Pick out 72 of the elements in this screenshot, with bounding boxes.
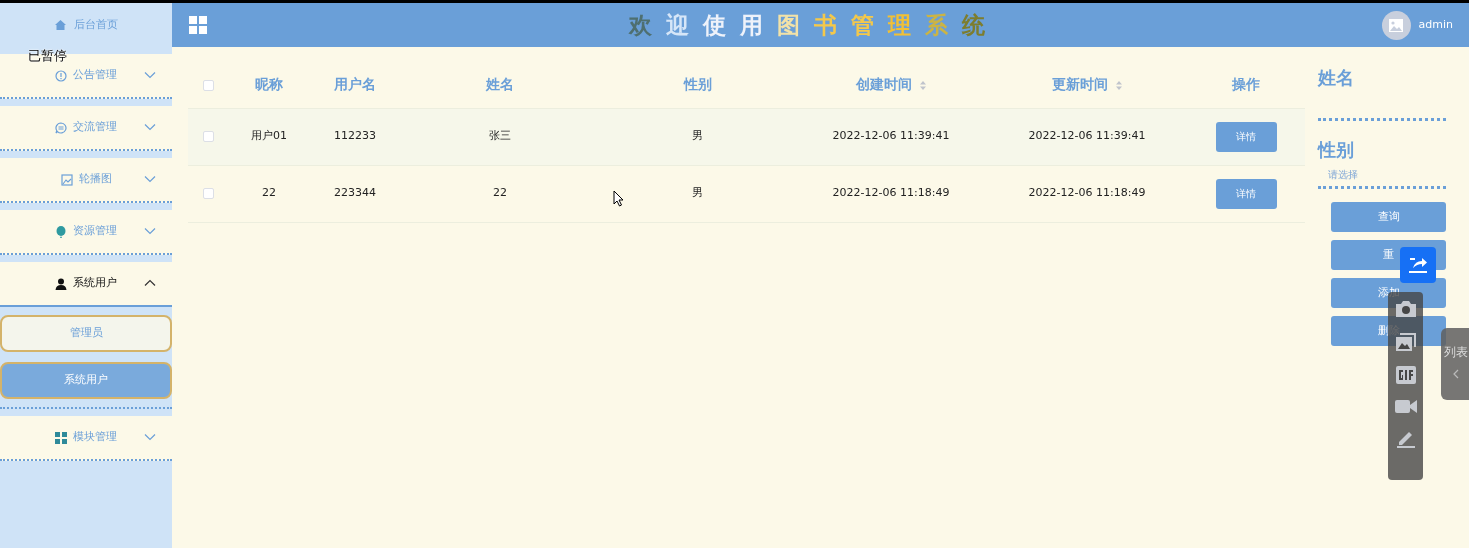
details-button[interactable]: 详情 [1215,121,1277,152]
title-character: 系 [925,12,948,38]
submenu-item[interactable]: 管理员 [0,315,172,352]
column-header[interactable]: 更新时间 [1052,76,1109,93]
list-side-tab[interactable]: 列表 [1441,328,1469,400]
table-cell: 2022-12-06 11:18:49 [1028,186,1146,200]
sidebar-item[interactable]: 模块管理 [0,416,172,461]
table-cell: 223344 [334,186,376,200]
column-header: 性别 [683,76,712,93]
table-cell: 男 [692,129,703,143]
select-field[interactable]: 请选择 [1318,163,1446,189]
chevron-down-icon [144,122,156,131]
details-button[interactable]: 详情 [1215,178,1277,209]
table-cell: 2022-12-06 11:18:49 [832,186,950,200]
user-icon [55,277,67,290]
grid-menu-icon[interactable] [189,16,207,34]
chat-icon [55,121,67,134]
title-character: 理 [888,12,911,38]
panel-button[interactable]: 查询 [1331,202,1446,232]
title-character: 统 [962,12,985,38]
field-label: 姓名 [1318,66,1354,90]
title-character: 欢 [629,12,652,38]
table-cell: 2022-12-06 11:39:41 [832,129,950,143]
submenu-item[interactable]: 系统用户 [0,362,172,399]
info-icon [55,69,67,82]
home-menu-item[interactable]: 后台首页 [0,3,172,47]
chevron-down-icon [144,174,156,183]
table-cell: 用户01 [251,129,287,143]
table-cell: 男 [692,186,703,200]
column-header[interactable]: 创建时间 [856,76,913,93]
home-icon [54,20,66,30]
title-character: 用 [740,12,763,38]
username[interactable]: admin [1418,16,1453,34]
row-checkbox[interactable] [202,187,214,199]
sidebar-item[interactable]: 系统用户 [0,262,172,307]
field-label: 性别 [1318,138,1354,162]
sort-icon[interactable] [1115,80,1122,90]
sort-icon[interactable] [919,80,926,90]
share-menu[interactable] [1400,247,1436,283]
table-cell: 22 [493,186,507,200]
table-cell: 112233 [334,129,376,143]
title-character: 图 [777,12,800,38]
title-character: 管 [851,12,874,38]
chevron-down-icon [144,432,156,441]
column-header: 昵称 [255,76,283,93]
chevron-down-icon [144,70,156,79]
sidebar-item[interactable]: 轮播图 [0,158,172,203]
table-cell: 张三 [489,129,511,143]
balloon-icon [55,225,67,238]
chevron-down-icon [144,226,156,235]
camera-icon[interactable] [1394,300,1417,318]
title-character: 迎 [666,12,689,38]
chevron-up-icon [144,278,156,287]
select-all-checkbox[interactable] [202,79,214,91]
share-icon [1407,255,1429,275]
avatar-icon[interactable] [1381,10,1411,40]
table-cell: 2022-12-06 11:39:41 [1028,129,1146,143]
title-character: 使 [703,12,726,38]
sidebar-item[interactable]: 资源管理 [0,210,172,255]
video-camera-icon[interactable] [1394,398,1417,414]
image-icon [60,173,73,186]
sidebar-item[interactable]: 交流管理 [0,106,172,151]
row-checkbox[interactable] [202,130,214,142]
column-header: 用户名 [334,76,376,93]
chevron-left-icon [1453,369,1459,379]
title-character: 书 [814,12,837,38]
mouse-cursor-icon [613,190,624,207]
column-header: 操作 [1232,76,1260,93]
table-cell: 22 [262,186,276,200]
column-header: 姓名 [486,76,514,93]
gif-icon[interactable] [1395,366,1416,384]
grid-icon [55,431,67,444]
